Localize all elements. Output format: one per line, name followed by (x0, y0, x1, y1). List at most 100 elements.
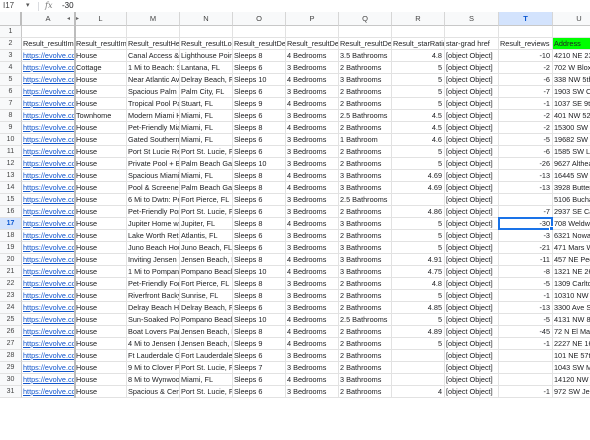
table-cell[interactable]: 2.5 Bathrooms (339, 314, 392, 326)
table-cell[interactable]: 1 Mi to Pompano (127, 266, 180, 278)
table-cell[interactable]: Palm Beach Gar (180, 182, 233, 194)
listing-link[interactable]: https://evolve.co (22, 266, 75, 278)
table-cell[interactable]: Lake Worth Retr (127, 230, 180, 242)
table-cell[interactable]: Miami, FL (180, 374, 233, 386)
listing-link[interactable]: https://evolve.co (22, 290, 75, 302)
table-cell[interactable]: 401 NW 52nd St (553, 110, 590, 122)
table-cell[interactable]: 2 Bathrooms (339, 302, 392, 314)
table-cell[interactable]: Sunrise, FL (180, 290, 233, 302)
table-cell[interactable]: 3 Bedrooms (286, 134, 339, 146)
field-header-cell[interactable]: Result_reviews (499, 38, 553, 50)
empty-cell[interactable] (392, 26, 445, 38)
table-cell[interactable]: [object Object] (445, 86, 499, 98)
table-cell[interactable]: 2227 NE 16th Ct (553, 338, 590, 350)
table-cell[interactable]: 19682 SW 120th (553, 134, 590, 146)
column-header-q[interactable]: Q (339, 12, 392, 26)
field-header-cell[interactable]: star-grad href (445, 38, 499, 50)
table-cell[interactable]: Sleeps 10 (233, 314, 286, 326)
table-cell[interactable]: Port St. Lucie, F (180, 206, 233, 218)
table-cell[interactable]: 2 Bathrooms (339, 158, 392, 170)
row-header[interactable]: 4 (0, 62, 22, 74)
row-header[interactable]: 22 (0, 278, 22, 290)
table-cell[interactable]: 3 Bathrooms (339, 374, 392, 386)
table-cell[interactable]: Riverfront Backy (127, 290, 180, 302)
listing-link[interactable]: https://evolve.co (22, 86, 75, 98)
table-cell[interactable]: 457 NE Pecos W (553, 254, 590, 266)
table-cell[interactable]: Sleeps 7 (233, 362, 286, 374)
table-cell[interactable]: House (75, 326, 127, 338)
table-cell[interactable]: Pet-Friendly Por (127, 206, 180, 218)
row-header[interactable]: 1 (0, 26, 22, 38)
table-cell[interactable]: Sleeps 6 (233, 350, 286, 362)
table-cell[interactable]: 6 Mi to Dwtn: Pe (127, 194, 180, 206)
table-cell[interactable] (392, 350, 445, 362)
table-cell[interactable]: Sleeps 6 (233, 134, 286, 146)
table-cell[interactable]: House (75, 134, 127, 146)
table-cell[interactable]: 4.69 (392, 170, 445, 182)
table-cell[interactable]: 10310 NW 31st C (553, 290, 590, 302)
table-cell[interactable] (499, 362, 553, 374)
table-cell[interactable]: Canal Access & L (127, 50, 180, 62)
table-cell[interactable]: Pompano Beach (180, 266, 233, 278)
table-cell[interactable]: 4.89 (392, 326, 445, 338)
field-header-cell[interactable]: Result_resultIma (75, 38, 127, 50)
table-cell[interactable]: House (75, 50, 127, 62)
table-cell[interactable]: Juno Beach Hou (127, 242, 180, 254)
table-cell[interactable]: 4.91 (392, 254, 445, 266)
table-cell[interactable]: 2 Bathrooms (339, 386, 392, 398)
table-cell[interactable]: [object Object] (445, 314, 499, 326)
table-cell[interactable]: [object Object] (445, 350, 499, 362)
table-cell[interactable]: Sleeps 10 (233, 266, 286, 278)
row-header[interactable]: 6 (0, 86, 22, 98)
table-cell[interactable]: [object Object] (445, 362, 499, 374)
table-cell[interactable]: 4.6 (392, 134, 445, 146)
table-cell[interactable]: 2 Bathrooms (339, 62, 392, 74)
table-cell[interactable]: 3 Bedrooms (286, 290, 339, 302)
row-header[interactable]: 17 (0, 218, 22, 230)
column-header-l[interactable]: L (75, 12, 127, 26)
table-cell[interactable]: -45 (499, 326, 553, 338)
table-cell[interactable]: [object Object] (445, 98, 499, 110)
table-cell[interactable]: Sleeps 8 (233, 122, 286, 134)
table-cell[interactable]: Miami, FL (180, 134, 233, 146)
table-cell[interactable]: 3 Bedrooms (286, 230, 339, 242)
table-cell[interactable]: 1 Bathroom (339, 134, 392, 146)
listing-link[interactable]: https://evolve.co (22, 110, 75, 122)
table-cell[interactable]: Lantana, FL (180, 62, 233, 74)
table-cell[interactable]: 4 Bedrooms (286, 266, 339, 278)
listing-link[interactable]: https://evolve.co (22, 374, 75, 386)
table-cell[interactable]: 1903 SW Capri S (553, 86, 590, 98)
triangle-down-icon[interactable]: ▾ (26, 1, 30, 9)
table-cell[interactable]: Sleeps 6 (233, 86, 286, 98)
column-header-t[interactable]: T (499, 12, 553, 26)
table-cell[interactable]: 5 (392, 158, 445, 170)
table-cell[interactable]: [object Object] (445, 290, 499, 302)
frozen-column-divider[interactable] (74, 12, 76, 398)
table-cell[interactable]: 4131 NW 8th Te (553, 314, 590, 326)
table-cell[interactable]: Port St. Lucie, F (180, 362, 233, 374)
table-cell[interactable]: Sleeps 8 (233, 182, 286, 194)
table-cell[interactable]: [object Object] (445, 254, 499, 266)
row-header[interactable]: 18 (0, 230, 22, 242)
table-cell[interactable]: Miami, FL (180, 122, 233, 134)
table-cell[interactable]: 2 Bathrooms (339, 350, 392, 362)
table-cell[interactable]: [object Object] (445, 50, 499, 62)
table-cell[interactable]: [object Object] (445, 158, 499, 170)
table-cell[interactable] (499, 374, 553, 386)
table-cell[interactable]: 4 Bedrooms (286, 338, 339, 350)
listing-link[interactable]: https://evolve.co (22, 242, 75, 254)
table-cell[interactable]: House (75, 302, 127, 314)
table-cell[interactable]: Modern Miami H (127, 110, 180, 122)
row-header[interactable]: 19 (0, 242, 22, 254)
table-cell[interactable]: 3 Bedrooms (286, 242, 339, 254)
table-cell[interactable]: House (75, 218, 127, 230)
listing-link[interactable]: https://evolve.co (22, 326, 75, 338)
table-cell[interactable]: 708 Weldwood F (553, 218, 590, 230)
row-header[interactable]: 15 (0, 194, 22, 206)
table-cell[interactable]: Jensen Beach, F (180, 254, 233, 266)
table-cell[interactable]: 702 W Bloxham (553, 62, 590, 74)
table-cell[interactable]: Port St. Lucie, F (180, 146, 233, 158)
table-cell[interactable]: House (75, 206, 127, 218)
table-cell[interactable]: -5 (499, 278, 553, 290)
table-cell[interactable]: 3 Bathrooms (339, 242, 392, 254)
